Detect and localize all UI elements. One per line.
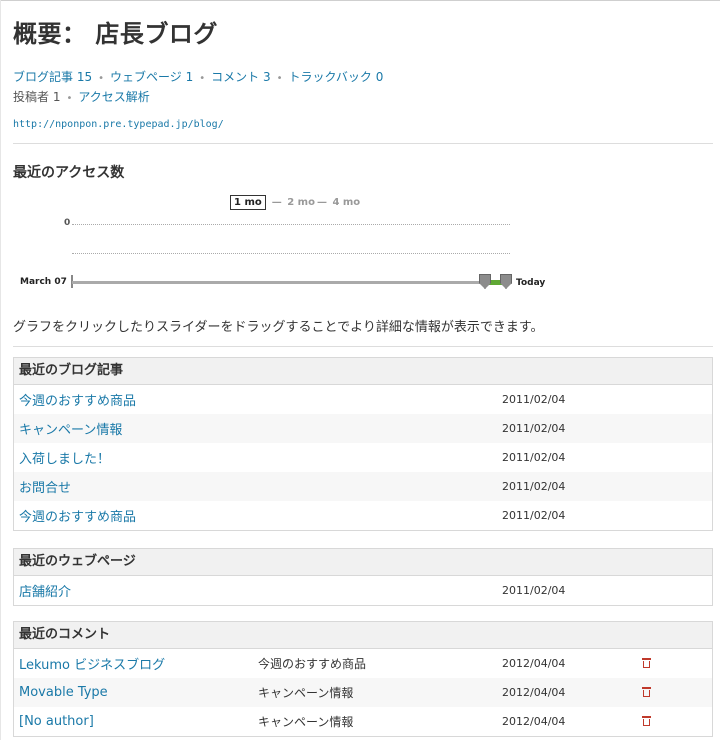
recent-posts-heading: 最近のブログ記事 [14, 358, 712, 385]
chart-gridline[interactable] [72, 224, 510, 225]
range-separator: — [271, 197, 282, 208]
left-border [0, 0, 1, 740]
comment-entry-title: キャンペーン情報 [258, 678, 502, 707]
comment-date: 2012/04/04 [502, 657, 566, 670]
table-row: キャンペーン情報 2011/02/04 [14, 414, 712, 443]
blog-stats: ブログ記事 15 • ウェブページ 1 • コメント 3 • トラックバック 0 [13, 68, 383, 85]
comment-entry-title: 今週のおすすめ商品 [258, 657, 367, 671]
range-4mo-button[interactable]: 4 mo [332, 197, 360, 208]
table-row: お問合せ 2011/02/04 [14, 472, 712, 501]
separator-dot: • [66, 93, 73, 104]
separator-dot: • [276, 73, 283, 84]
range-2mo-button[interactable]: 2 mo [287, 197, 315, 208]
comment-author-link[interactable]: Movable Type [19, 685, 108, 700]
divider [13, 143, 713, 144]
authors-count: 投稿者 1 [13, 90, 61, 104]
recent-posts-panel: 最近のブログ記事 今週のおすすめ商品 2011/02/04 キャンペーン情報 2… [13, 357, 713, 531]
access-analysis-link[interactable]: アクセス解析 [78, 90, 149, 104]
table-row: Lekumo ビジネスブログ 今週のおすすめ商品 2012/04/04 [14, 649, 712, 678]
post-title-link[interactable]: お問合せ [19, 481, 71, 496]
post-date: 2011/02/04 [502, 393, 566, 406]
comment-author-link[interactable]: [No author] [19, 714, 94, 729]
range-selector: 1 mo — 2 mo — 4 mo [230, 195, 360, 210]
page-title-link[interactable]: 店舗紹介 [19, 585, 71, 600]
comment-date: 2012/04/04 [502, 715, 566, 728]
recent-posts-table: 今週のおすすめ商品 2011/02/04 キャンペーン情報 2011/02/04… [14, 385, 712, 530]
slider-left-handle[interactable] [479, 274, 491, 289]
recent-pages-heading: 最近のウェブページ [14, 549, 712, 576]
table-row: 店舗紹介 2011/02/04 [14, 576, 712, 605]
blog-url-link[interactable]: http://nponpon.pre.typepad.jp/blog/ [13, 119, 224, 130]
page-date: 2011/02/04 [502, 584, 566, 597]
access-chart-heading: 最近のアクセス数 [13, 165, 125, 181]
table-row: 今週のおすすめ商品 2011/02/04 [14, 501, 712, 530]
trash-icon[interactable] [642, 686, 651, 697]
post-title-link[interactable]: 入荷しました！ [19, 452, 110, 467]
blog-stats-secondary: 投稿者 1 • アクセス解析 [13, 88, 150, 105]
recent-pages-table: 店舗紹介 2011/02/04 [14, 576, 712, 605]
comments-link[interactable]: コメント 3 [211, 70, 270, 84]
chart-help-text: グラフをクリックしたりスライダーをドラッグすることでより詳細な情報が表示できます… [13, 320, 544, 335]
table-row: [No author] キャンペーン情報 2012/04/04 [14, 707, 712, 736]
page-title: 概要： 店長ブログ [13, 20, 218, 48]
post-date: 2011/02/04 [502, 509, 566, 522]
blog-posts-link[interactable]: ブログ記事 15 [13, 70, 92, 84]
slider-right-handle[interactable] [500, 274, 512, 289]
chart-gridline[interactable] [72, 253, 510, 254]
comment-date: 2012/04/04 [502, 678, 642, 707]
slider-track[interactable] [72, 281, 512, 284]
separator-dot: • [98, 73, 104, 84]
table-row: 今週のおすすめ商品 2011/02/04 [14, 385, 712, 414]
post-title-link[interactable]: キャンペーン情報 [19, 423, 122, 438]
recent-comments-heading: 最近のコメント [14, 622, 712, 649]
post-date: 2011/02/04 [502, 414, 712, 443]
post-date: 2011/02/04 [502, 451, 566, 464]
web-pages-link[interactable]: ウェブページ 1 [110, 70, 193, 84]
comment-author-link[interactable]: Lekumo ビジネスブログ [19, 658, 165, 673]
comment-entry-title: キャンペーン情報 [258, 715, 354, 729]
divider [13, 346, 713, 347]
trash-icon[interactable] [642, 715, 651, 726]
range-separator: — [316, 197, 327, 208]
table-row: Movable Type キャンペーン情報 2012/04/04 [14, 678, 712, 707]
trash-icon[interactable] [642, 657, 651, 668]
trackbacks-link[interactable]: トラックバック 0 [288, 70, 383, 84]
slider-end-label: Today [516, 278, 546, 288]
recent-comments-table: Lekumo ビジネスブログ 今週のおすすめ商品 2012/04/04 Mova… [14, 649, 712, 736]
table-row: 入荷しました！ 2011/02/04 [14, 443, 712, 472]
range-1mo-button[interactable]: 1 mo [230, 195, 266, 210]
top-border [0, 0, 720, 1]
post-date: 2011/02/04 [502, 472, 712, 501]
slider-start-label: March 07 [20, 277, 67, 287]
post-title-link[interactable]: 今週のおすすめ商品 [19, 510, 136, 525]
post-title-link[interactable]: 今週のおすすめ商品 [19, 394, 136, 409]
recent-pages-panel: 最近のウェブページ 店舗紹介 2011/02/04 [13, 548, 713, 606]
recent-comments-panel: 最近のコメント Lekumo ビジネスブログ 今週のおすすめ商品 2012/04… [13, 621, 713, 737]
y-axis-zero-label: 0 [64, 218, 71, 228]
separator-dot: • [199, 73, 206, 84]
